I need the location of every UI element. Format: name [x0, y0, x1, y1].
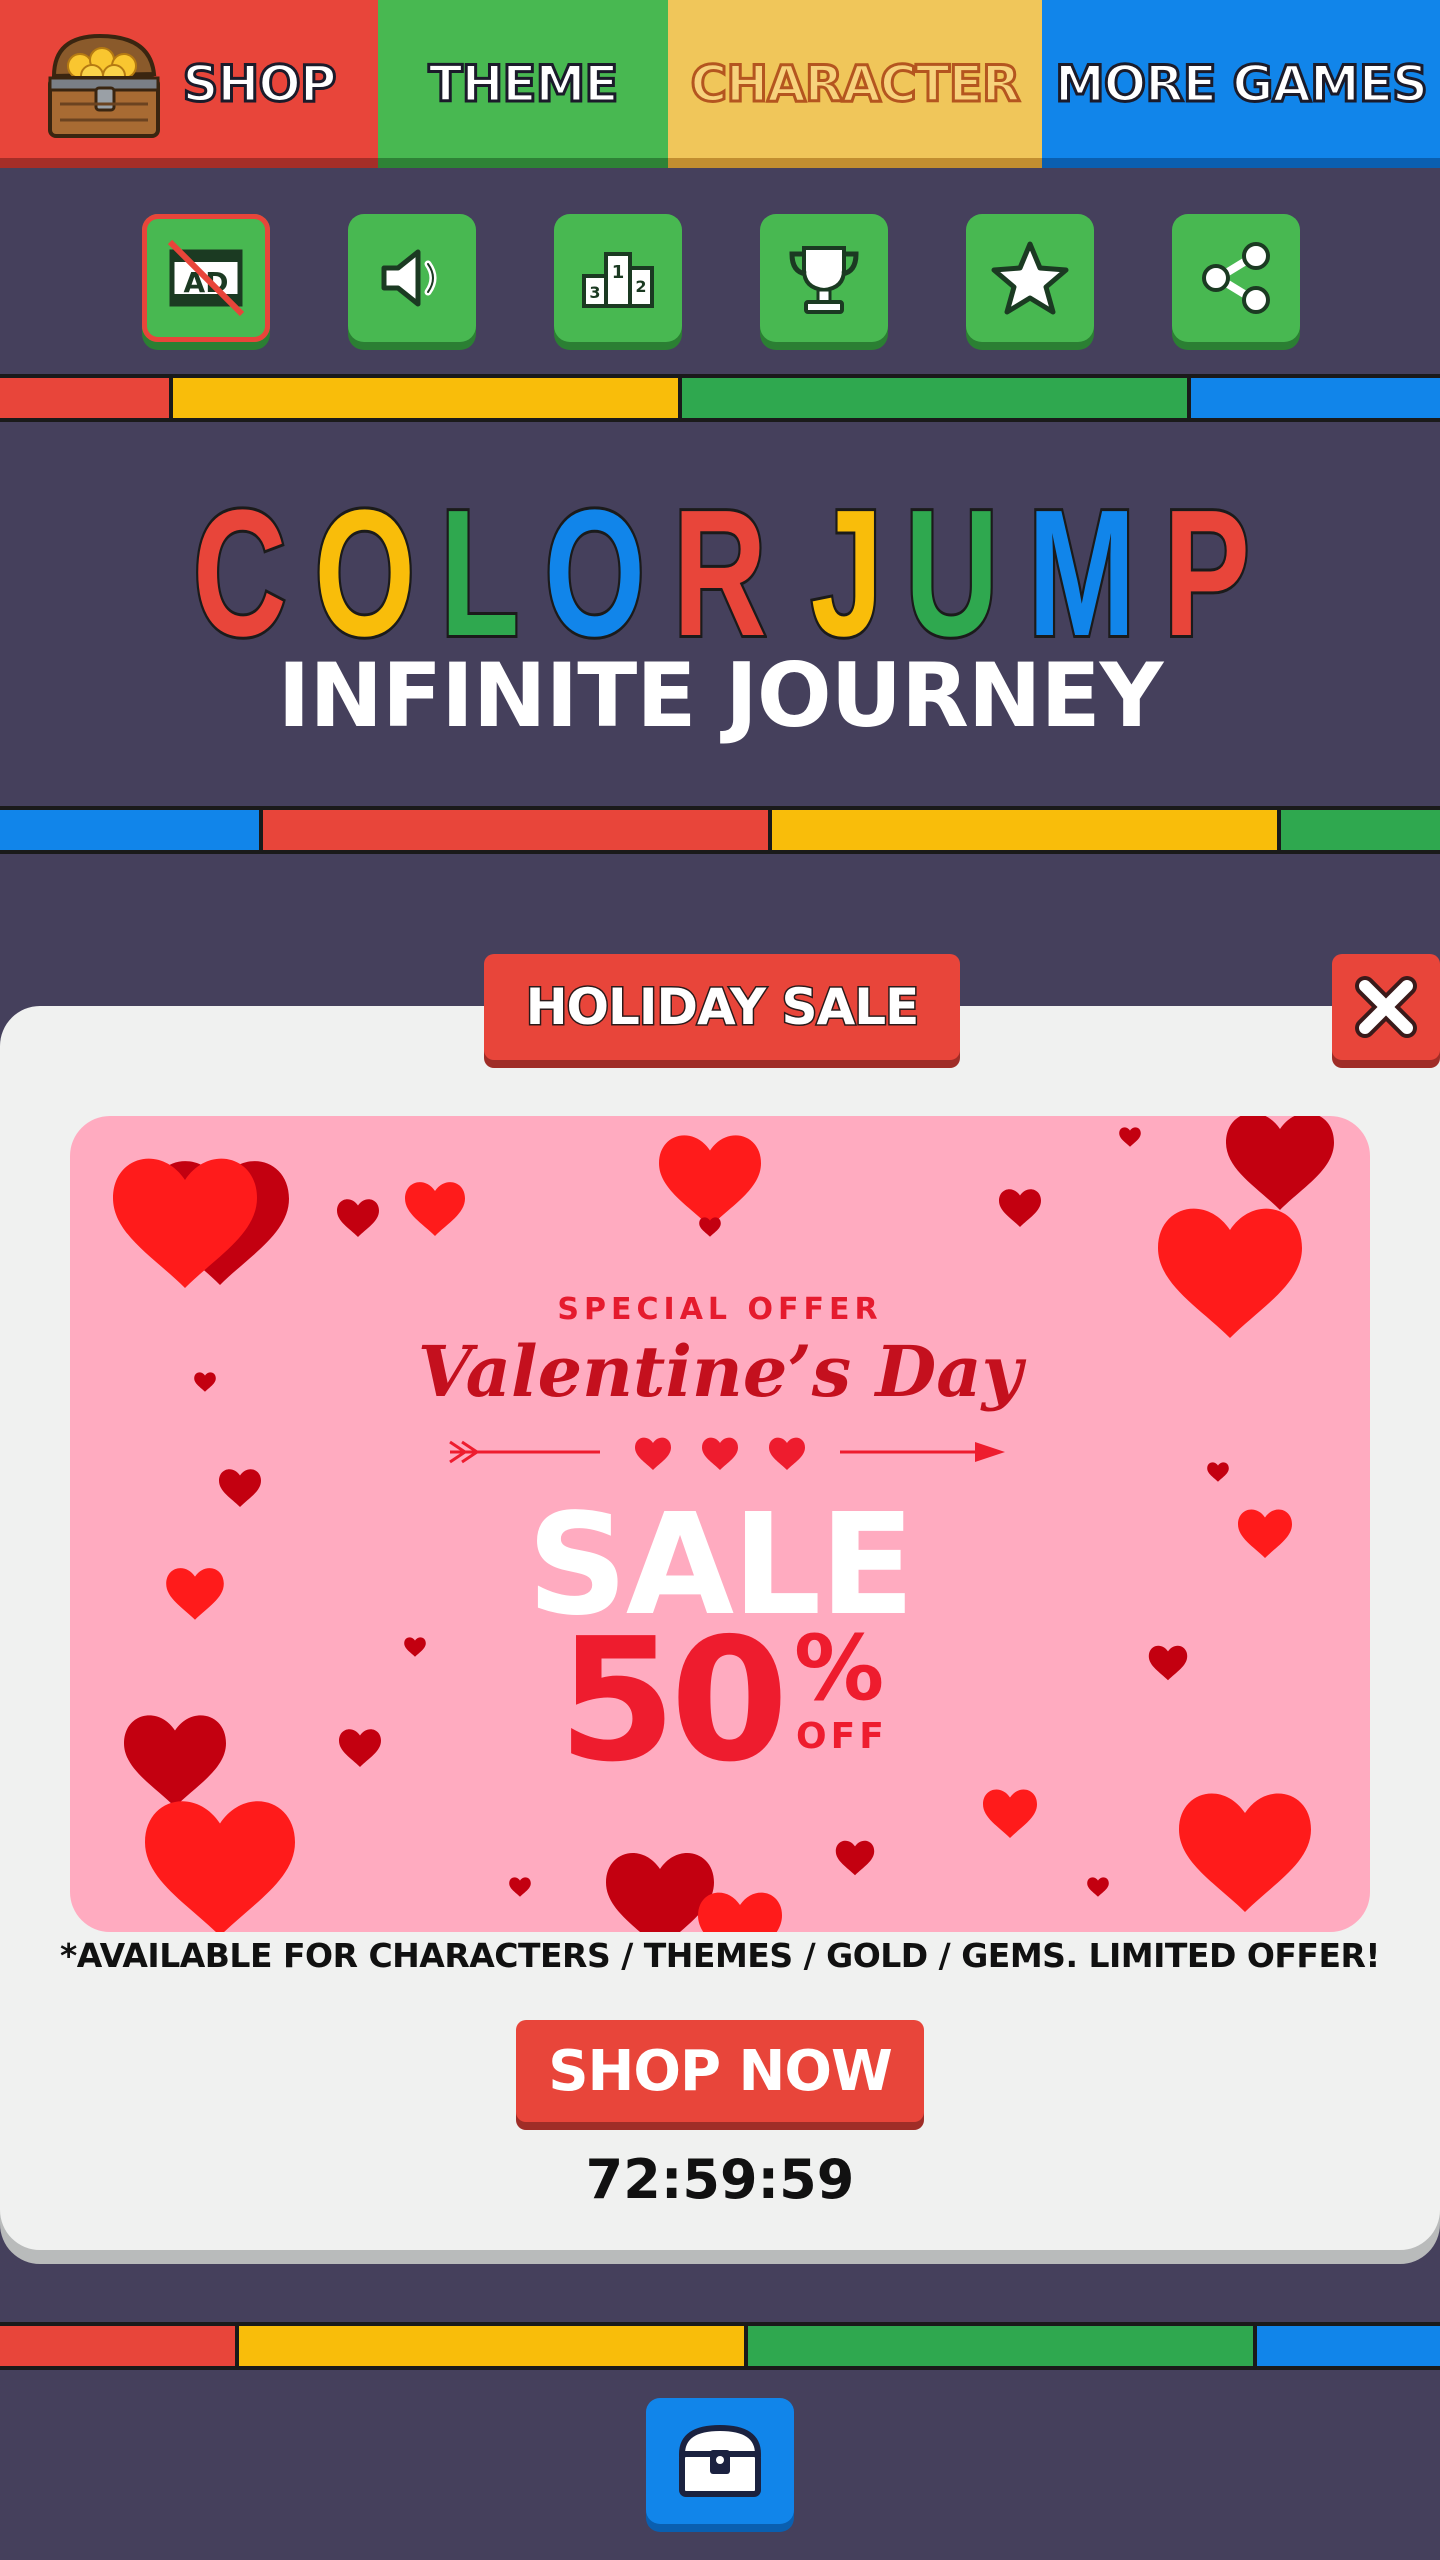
leaderboard-icon: 1 3 2	[582, 252, 654, 308]
share-button[interactable]	[1172, 214, 1300, 342]
sound-button[interactable]	[348, 214, 476, 342]
shop-now-button[interactable]: SHOP NOW	[516, 2020, 924, 2122]
tab-character-label: CHARACTER	[689, 54, 1022, 115]
shop-now-label: SHOP NOW	[548, 2038, 893, 2104]
star-icon	[991, 241, 1069, 315]
leaderboard-button[interactable]: 1 3 2	[554, 214, 682, 342]
no-ads-icon: AD	[167, 239, 245, 317]
close-icon	[1355, 976, 1417, 1038]
sound-icon	[381, 249, 437, 307]
tab-theme-label: THEME	[427, 54, 620, 115]
countdown-timer: 72:59:59	[585, 2148, 855, 2211]
tab-theme[interactable]: THEME	[378, 0, 668, 168]
rate-button[interactable]	[966, 214, 1094, 342]
valentines-banner[interactable]: SPECIAL OFFER Valentine’s Day SALE 50 % …	[70, 1116, 1370, 1932]
tab-more-games[interactable]: MORE GAMES	[1042, 0, 1440, 168]
trophy-icon	[789, 246, 859, 314]
banner-off: OFF	[796, 1716, 888, 1757]
podium-third: 3	[589, 283, 600, 302]
chest-button[interactable]	[646, 2398, 794, 2524]
tab-shop-label: SHOP	[181, 54, 338, 115]
no-ads-button[interactable]: AD	[142, 214, 270, 342]
treasure-chest-icon	[40, 26, 170, 156]
game-subtitle: INFINITE JOURNEY	[277, 644, 1164, 747]
chest-icon	[678, 2424, 762, 2497]
achievements-button[interactable]	[760, 214, 888, 342]
podium-second: 2	[635, 277, 646, 296]
banner-percent-sign: %	[794, 1616, 885, 1721]
close-button[interactable]	[1332, 954, 1440, 1060]
offer-disclaimer: *AVAILABLE FOR CHARACTERS / THEMES / GOL…	[60, 1936, 1380, 1975]
holiday-sale-header: HOLIDAY SALE	[484, 954, 960, 1060]
color-stripe-bottom	[0, 2322, 1440, 2370]
banner-special-offer: SPECIAL OFFER	[557, 1292, 883, 1327]
banner-percent: 50	[558, 1602, 789, 1800]
color-stripe-top	[0, 374, 1440, 422]
tab-more-games-label: MORE GAMES	[1054, 54, 1430, 115]
tab-shop[interactable]: SHOP	[0, 0, 378, 168]
banner-occasion: Valentine’s Day	[417, 1330, 1023, 1413]
color-stripe-middle	[0, 806, 1440, 854]
tab-character[interactable]: CHARACTER	[668, 0, 1042, 168]
share-icon	[1202, 242, 1270, 314]
podium-first: 1	[612, 262, 625, 283]
holiday-sale-label: HOLIDAY SALE	[524, 977, 921, 1038]
